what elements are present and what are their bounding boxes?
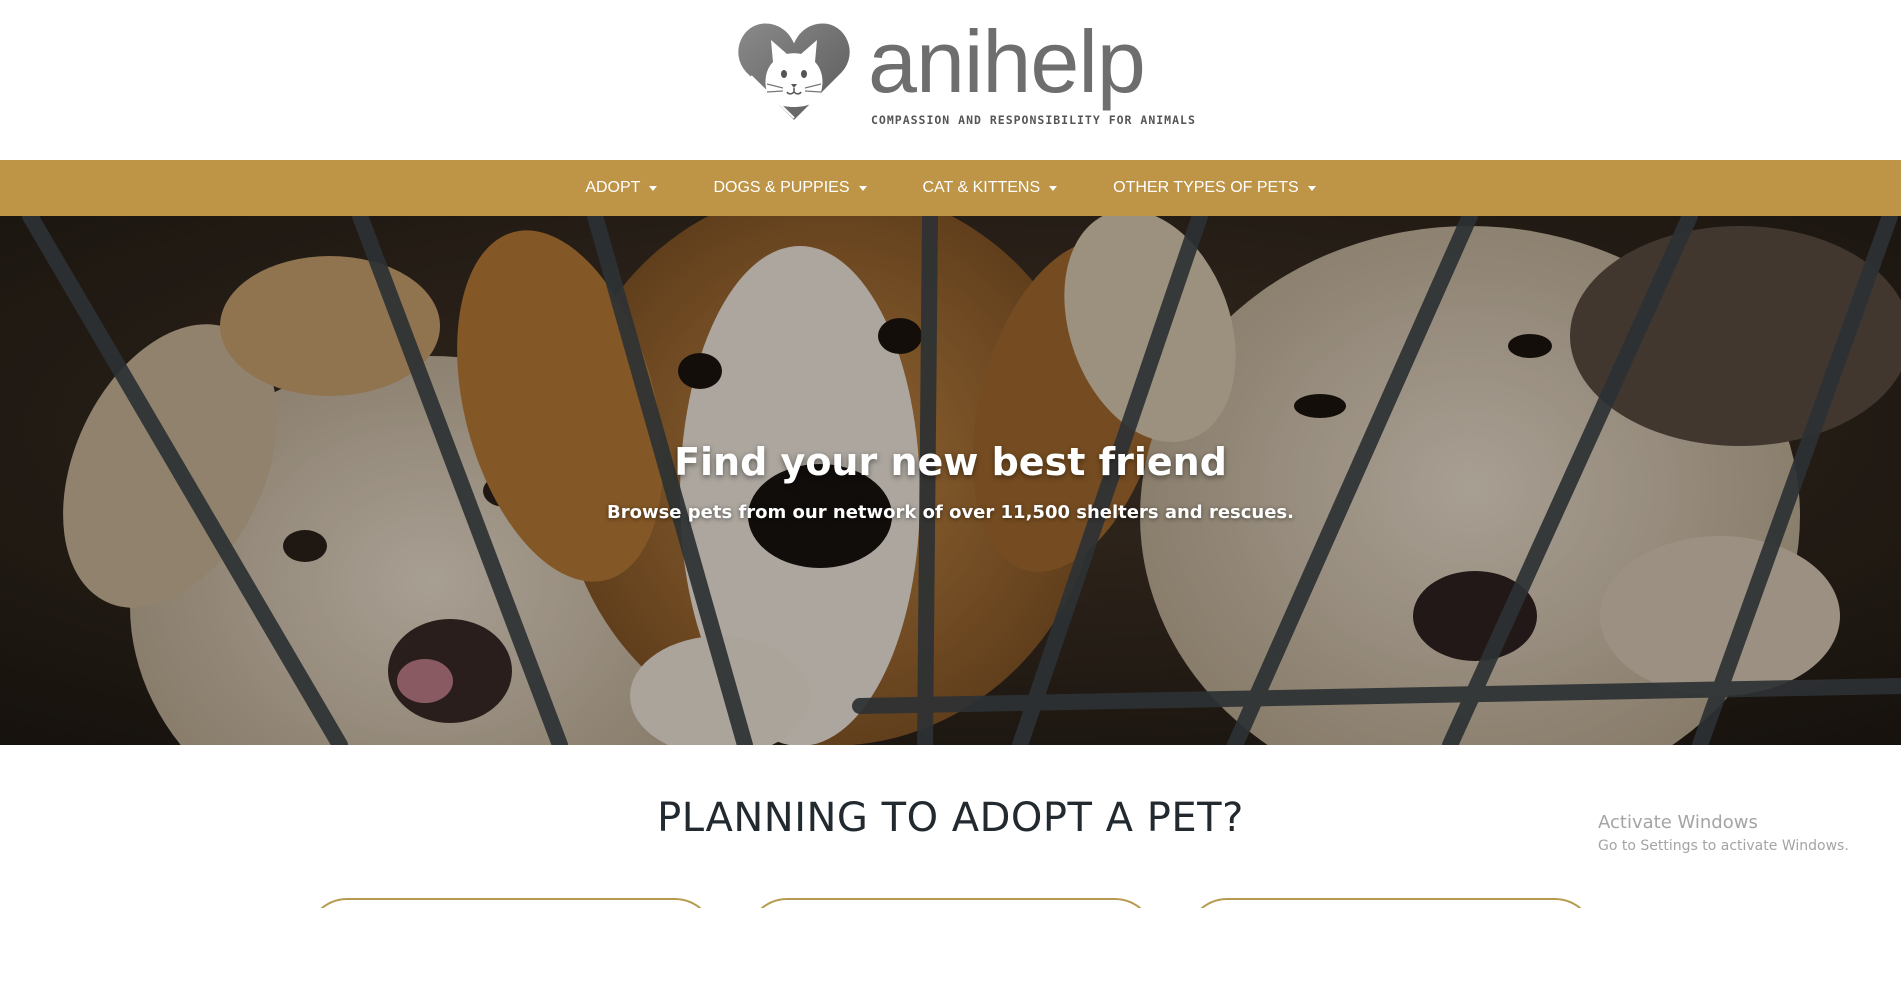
adopt-card-2[interactable] bbox=[747, 898, 1155, 908]
caret-down-icon bbox=[1049, 185, 1058, 191]
nav-item-cat-kittens[interactable]: CAT & KITTENS bbox=[923, 179, 1058, 197]
planning-section: PLANNING TO ADOPT A PET? bbox=[0, 745, 1901, 1003]
site-header: anihelp COMPASSION AND RESPONSIBILITY FO… bbox=[0, 0, 1901, 160]
caret-down-icon bbox=[858, 185, 867, 191]
site-logo[interactable]: anihelp COMPASSION AND RESPONSIBILITY FO… bbox=[735, 12, 1195, 138]
main-nav: ADOPT DOGS & PUPPIES CAT & KITTENS OTHER… bbox=[0, 160, 1901, 216]
nav-item-label: CAT & KITTENS bbox=[922, 179, 1041, 196]
windows-activation-watermark: Activate Windows Go to Settings to activ… bbox=[1598, 812, 1849, 856]
hero-banner: Find your new best friend Browse pets fr… bbox=[0, 216, 1901, 745]
hero-title: Find your new best friend bbox=[674, 440, 1227, 484]
caret-down-icon bbox=[1307, 185, 1316, 191]
adopt-card-1[interactable] bbox=[307, 898, 715, 908]
watermark-title: Activate Windows bbox=[1598, 812, 1758, 833]
nav-item-other-pets[interactable]: OTHER TYPES OF PETS bbox=[1113, 179, 1316, 197]
logo-tagline: COMPASSION AND RESPONSIBILITY FOR ANIMAL… bbox=[871, 113, 1196, 127]
logo-wordmark: anihelp bbox=[868, 12, 1146, 111]
nav-item-adopt[interactable]: ADOPT bbox=[585, 179, 658, 197]
nav-item-label: ADOPT bbox=[585, 179, 641, 196]
card-row bbox=[0, 898, 1901, 908]
adopt-card-3[interactable] bbox=[1187, 898, 1595, 908]
nav-item-label: DOGS & PUPPIES bbox=[713, 179, 850, 196]
hero-subtitle: Browse pets from our network of over 11,… bbox=[607, 502, 1294, 523]
caret-down-icon bbox=[649, 185, 658, 191]
hero-text: Find your new best friend Browse pets fr… bbox=[0, 438, 1901, 526]
watermark-subtitle: Go to Settings to activate Windows. bbox=[1598, 838, 1849, 854]
cat-in-heart-icon bbox=[735, 20, 853, 125]
nav-item-label: OTHER TYPES OF PETS bbox=[1113, 179, 1299, 196]
nav-item-dogs-puppies[interactable]: DOGS & PUPPIES bbox=[713, 179, 867, 197]
